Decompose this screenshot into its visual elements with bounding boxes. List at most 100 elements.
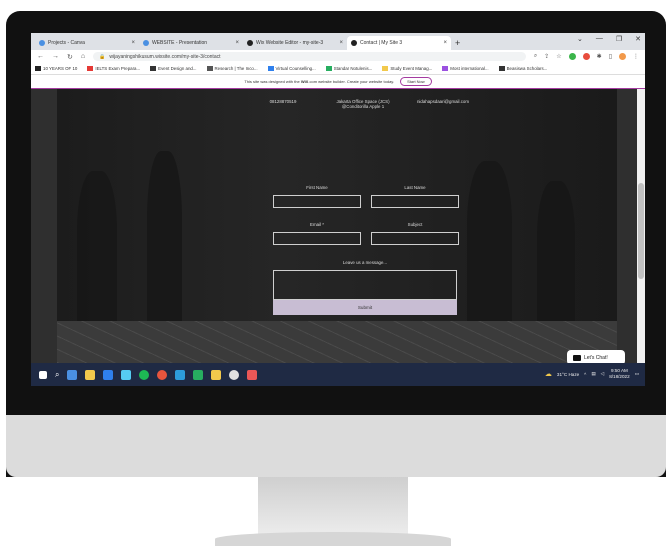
bookmark-label: Study Event Manag... [390, 66, 433, 71]
last-name-field[interactable] [371, 195, 459, 208]
folder-icon[interactable] [85, 369, 96, 380]
maximize-button[interactable]: ❐ [616, 35, 622, 43]
start-now-button[interactable]: Start Now [400, 77, 432, 86]
address-bar: ← → ↻ ⌂ 🔒 wijayaningshikusum.wixsite.com… [31, 50, 645, 63]
share-icon[interactable]: ⇪ [544, 53, 549, 60]
scrollbar-thumb[interactable] [638, 183, 644, 279]
tab-label: WEBSITE - Presentation [152, 40, 208, 46]
reload-icon[interactable]: ↻ [67, 53, 73, 61]
bookmark-icon [206, 66, 213, 71]
bookmark-label: Virtual Counselling... [275, 66, 316, 71]
first-name-field[interactable] [273, 195, 361, 208]
windows-start-icon[interactable] [39, 370, 47, 379]
minimize-button[interactable]: — [596, 35, 603, 43]
tab-website-presentation[interactable]: WEBSITE - Presentation × [139, 36, 243, 50]
bookmark-icon [498, 66, 505, 71]
bookmark-icon [382, 66, 389, 71]
chat-icon [573, 354, 581, 361]
close-icon[interactable]: × [339, 40, 343, 46]
submit-button[interactable]: Submit [273, 300, 457, 315]
tab-projects-canva[interactable]: Projects - Canva × [35, 36, 139, 50]
bookmark-label: Most international... [450, 66, 489, 71]
forward-icon[interactable]: → [52, 53, 59, 60]
lock-icon: 🔒 [99, 53, 106, 60]
tab-label: Projects - Canva [48, 40, 85, 46]
bookmark-icon [442, 66, 449, 71]
clock-date: 8/18/2022 [609, 374, 630, 379]
extension-icon[interactable] [568, 53, 576, 60]
search-icon[interactable]: ⌕ [534, 53, 537, 60]
first-name-label: First Name [306, 185, 328, 190]
word-icon[interactable] [175, 369, 186, 380]
chevron-up-icon[interactable]: ^ [584, 372, 586, 377]
app-icon[interactable] [103, 369, 114, 380]
puzzle-icon[interactable]: ✱ [597, 53, 602, 60]
background-figure [467, 161, 512, 321]
chrome-icon[interactable] [229, 369, 240, 380]
star-icon[interactable]: ☆ [556, 53, 561, 60]
bookmark-item[interactable]: Standar Notulenis... [325, 66, 373, 71]
notification-icon[interactable]: ▭ [635, 371, 639, 377]
profile-avatar[interactable] [619, 53, 626, 60]
sticky-notes-icon[interactable] [211, 369, 222, 380]
bookmark-icon [150, 66, 157, 71]
tab-wix-editor[interactable]: Wix Website Editor - my-site-3 × [243, 36, 347, 50]
bookmark-icon [87, 66, 94, 71]
bookmark-icon [325, 66, 332, 71]
subject-field[interactable] [371, 232, 459, 245]
app-icon[interactable] [121, 369, 132, 380]
volume-icon[interactable]: ◁ [601, 371, 605, 377]
close-window-button[interactable]: ✕ [635, 35, 641, 43]
app-icon[interactable] [67, 369, 78, 380]
chat-label: Let's Chat! [584, 354, 608, 361]
bookmark-item[interactable]: Study Event Manag... [382, 66, 432, 71]
menu-icon[interactable]: ⋮ [633, 53, 639, 60]
close-icon[interactable]: × [443, 40, 447, 46]
bookmark-item[interactable]: 10 YEARS OF 10 [35, 66, 77, 71]
extension-icons: ⌕ ⇪ ☆ ✱ ▯ ⋮ [534, 53, 639, 60]
bookmark-item[interactable]: IELTS Exam Prepara... [87, 66, 140, 71]
banner-text-after: .com website builder. Create your websit… [308, 79, 395, 84]
last-name-label: Last Name [404, 185, 426, 190]
bookmark-label: Event Design and... [158, 66, 197, 71]
url-field[interactable]: 🔒 wijayaningshikusum.wixsite.com/my-site… [93, 52, 526, 61]
bookmark-item[interactable]: Event Design and... [150, 66, 197, 71]
tab-contact[interactable]: Contact | My Site 3 × [347, 36, 451, 50]
tab-label: Wix Website Editor - my-site-3 [256, 40, 324, 46]
message-field[interactable] [273, 270, 457, 300]
bookmark-item[interactable]: Research | The Inco... [206, 66, 258, 71]
close-icon[interactable]: × [235, 40, 239, 46]
excel-icon[interactable] [193, 369, 204, 380]
sidebar-icon[interactable]: ▯ [609, 53, 612, 60]
bookmark-item[interactable]: Most international... [442, 66, 489, 71]
screen: Projects - Canva × WEBSITE - Presentatio… [31, 33, 645, 386]
address-line: @Conditorilla Apple 1 [341, 104, 385, 109]
back-icon[interactable]: ← [37, 53, 44, 60]
email-field[interactable] [273, 232, 361, 245]
home-icon[interactable]: ⌂ [81, 53, 85, 60]
monitor-stand [258, 477, 408, 535]
tab-strip: Projects - Canva × WEBSITE - Presentatio… [31, 33, 645, 50]
app-icon[interactable] [157, 369, 168, 380]
weather-text[interactable]: 31°C Haze [557, 372, 579, 377]
banner-text-before: This site was designed with the [244, 79, 300, 84]
email-label: Email * [310, 222, 324, 227]
bookmark-item[interactable]: Beasiswa Scholars... [498, 66, 547, 71]
chevron-down-icon[interactable]: ⌄ [577, 35, 583, 43]
network-icon[interactable]: ▤ [591, 371, 595, 377]
close-icon[interactable]: × [131, 40, 135, 46]
spotify-icon[interactable] [139, 369, 150, 380]
contact-phone: 08128870519 [269, 99, 297, 104]
clock[interactable]: 9:50 AM 8/18/2022 [609, 368, 629, 380]
contact-email[interactable]: nidahapsdaari@gmail.com [403, 99, 483, 104]
bookmark-icon [35, 66, 41, 71]
new-tab-button[interactable]: + [455, 36, 460, 50]
extension-icon[interactable] [582, 53, 590, 60]
bookmark-item[interactable]: Virtual Counselling... [267, 66, 316, 71]
map-section[interactable] [57, 321, 617, 363]
app-icon[interactable] [247, 369, 258, 380]
canva-icon [39, 40, 45, 46]
bookmark-label: Standar Notulenis... [333, 66, 373, 71]
search-icon[interactable]: ⌕ [55, 370, 59, 380]
background-figure [147, 151, 182, 321]
